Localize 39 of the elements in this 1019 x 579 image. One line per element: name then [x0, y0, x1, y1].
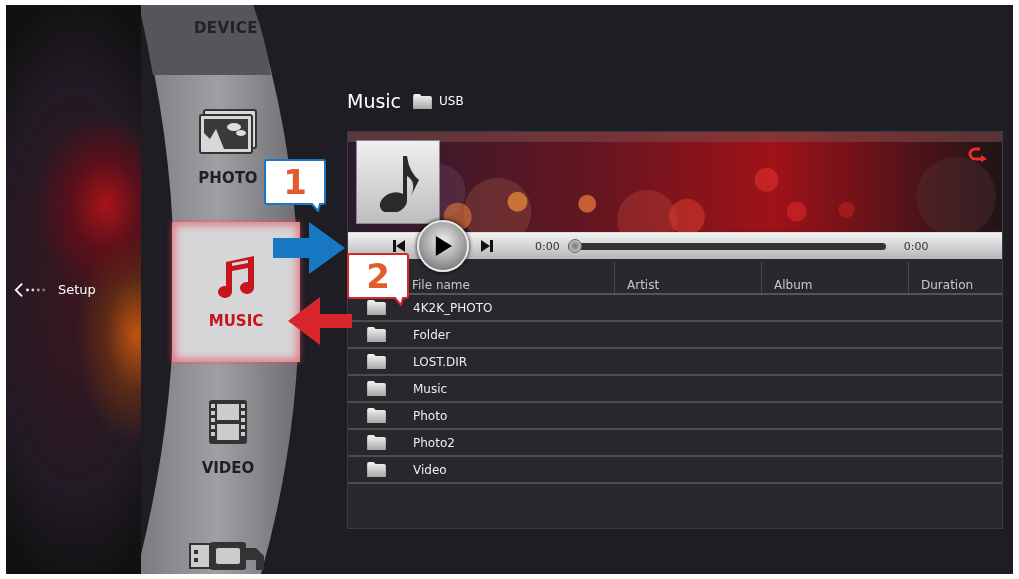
elapsed-time: 0:00 — [535, 239, 560, 253]
folder-icon — [367, 435, 386, 450]
file-name: Photo2 — [413, 435, 455, 450]
folder-icon — [367, 408, 386, 423]
column-header[interactable]: Artist — [627, 278, 660, 292]
folder-icon — [367, 327, 386, 342]
slider-thumb[interactable] — [567, 239, 582, 253]
folder-icon — [367, 381, 386, 396]
file-name: Video — [413, 462, 447, 477]
photo-icon — [198, 108, 258, 155]
file-name: LOST.DIR — [413, 354, 468, 369]
next-button[interactable] — [481, 240, 493, 252]
page-title: Music — [347, 90, 402, 112]
step-badge: 1 — [264, 158, 326, 212]
skip-back-icon — [393, 240, 405, 252]
column-header[interactable]: File name — [412, 278, 470, 292]
play-icon — [434, 236, 452, 256]
skip-forward-icon — [481, 240, 493, 252]
file-name: Music — [413, 381, 448, 396]
column-header[interactable]: Duration — [921, 278, 974, 292]
progress-slider[interactable] — [567, 239, 886, 253]
setup-link[interactable]: Setup — [14, 280, 96, 299]
folder-icon — [367, 300, 386, 315]
column-header[interactable]: Album — [774, 278, 813, 292]
folder-icon — [367, 462, 386, 477]
file-name: Folder — [413, 327, 451, 342]
menu-item[interactable]: MUSIC — [172, 222, 300, 362]
menu-item[interactable]: VIDEO — [155, 365, 301, 510]
repeat-icon[interactable] — [968, 146, 988, 162]
folder-icon — [367, 354, 386, 369]
previous-button[interactable] — [393, 240, 405, 252]
location-label: USB — [439, 94, 464, 108]
file-name: 4K2K_PHOTO — [413, 300, 493, 315]
folder-icon — [413, 93, 433, 109]
total-time: 0:00 — [903, 239, 929, 253]
play-button[interactable] — [417, 220, 469, 272]
menu-header: DEVICE — [193, 19, 259, 37]
file-name: Photo — [413, 408, 448, 423]
film-icon — [208, 398, 248, 445]
